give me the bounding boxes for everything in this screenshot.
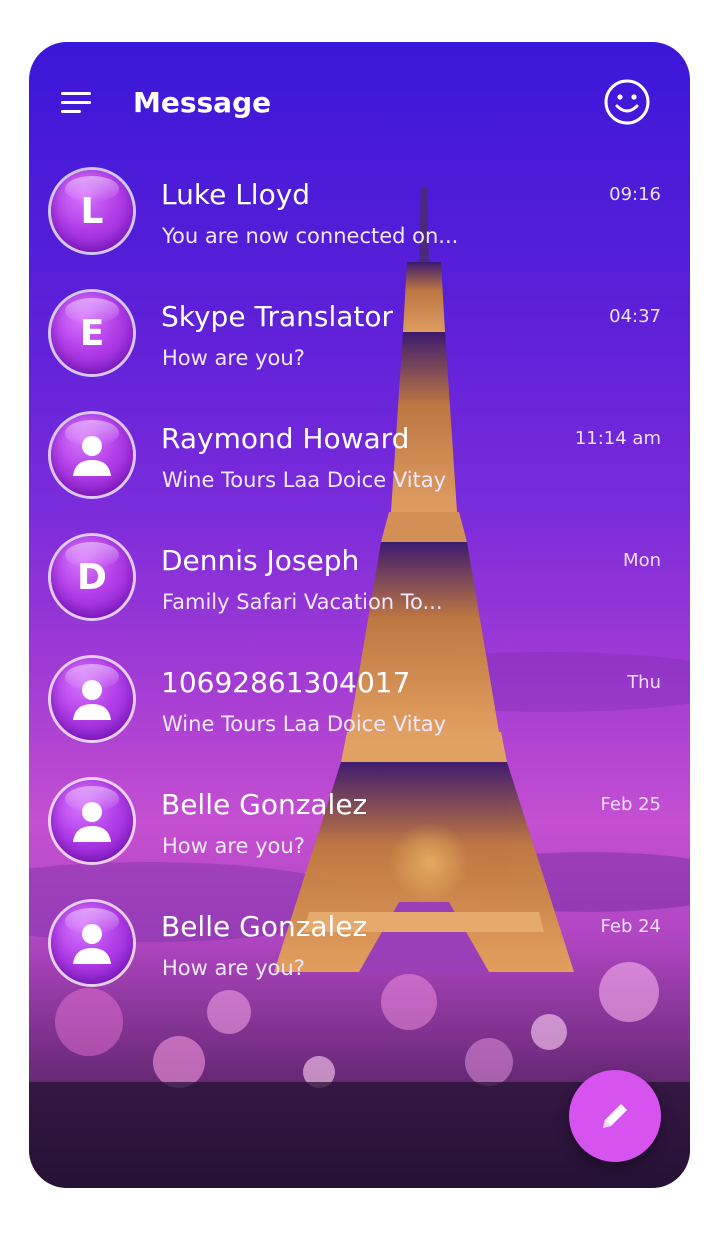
avatar [51, 902, 133, 984]
conversation-row[interactable]: Belle Gonzalez How are you? Feb 25 [29, 776, 690, 876]
person-icon [73, 924, 111, 964]
smiley-face-icon[interactable] [603, 78, 651, 126]
message-preview: Family Safari Vacation To... [162, 590, 443, 614]
message-time: Feb 24 [600, 916, 662, 937]
compose-button[interactable] [569, 1070, 661, 1162]
conversation-row[interactable]: 10692861304017 Wine Tours Laa Doice Vita… [29, 654, 690, 754]
person-icon [73, 680, 111, 720]
phone-screen: Message L Luke Lloyd You are now connect… [29, 42, 690, 1188]
person-icon [73, 802, 111, 842]
contact-name: Luke Lloyd [161, 178, 311, 211]
conversation-row[interactable]: L Luke Lloyd You are now connected on...… [29, 166, 690, 266]
conversation-row[interactable]: E Skype Translator How are you? 04:37 [29, 288, 690, 388]
message-preview: How are you? [162, 834, 305, 858]
message-time: 11:14 am [574, 428, 661, 449]
avatar: L [51, 170, 133, 252]
avatar [51, 658, 133, 740]
conversation-row[interactable]: Raymond Howard Wine Tours Laa Doice Vita… [29, 410, 690, 510]
message-preview: How are you? [162, 346, 305, 370]
message-time: 04:37 [609, 306, 661, 327]
menu-icon[interactable] [61, 90, 95, 116]
message-preview: Wine Tours Laa Doice Vitay [162, 468, 447, 492]
message-preview: How are you? [162, 956, 305, 980]
contact-name: 10692861304017 [161, 666, 411, 699]
message-preview: Wine Tours Laa Doice Vitay [162, 712, 447, 736]
avatar: E [51, 292, 133, 374]
message-time: 09:16 [609, 184, 661, 205]
message-preview: You are now connected on... [162, 224, 459, 248]
contact-name: Belle Gonzalez [161, 910, 368, 943]
avatar [51, 414, 133, 496]
avatar: D [51, 536, 133, 618]
app-header: Message [29, 42, 690, 162]
message-time: Mon [623, 550, 661, 571]
conversation-row[interactable]: Belle Gonzalez How are you? Feb 24 [29, 898, 690, 998]
contact-name: Raymond Howard [161, 422, 410, 455]
person-icon [73, 436, 111, 476]
message-time: Feb 25 [600, 794, 662, 815]
page-title: Message [133, 86, 272, 119]
contact-name: Skype Translator [161, 300, 394, 333]
conversation-row[interactable]: D Dennis Joseph Family Safari Vacation T… [29, 532, 690, 632]
pencil-icon [603, 1104, 627, 1128]
contact-name: Belle Gonzalez [161, 788, 368, 821]
message-time: Thu [627, 672, 661, 693]
contact-name: Dennis Joseph [161, 544, 360, 577]
avatar [51, 780, 133, 862]
